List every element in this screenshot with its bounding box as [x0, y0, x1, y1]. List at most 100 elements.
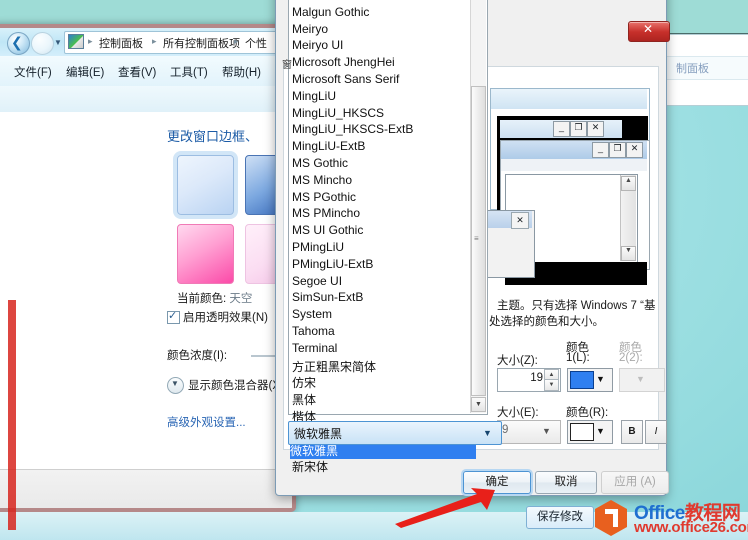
close-icon: ✕: [591, 122, 600, 132]
menu-view[interactable]: 查看(V): [118, 64, 156, 80]
scroll-down-icon: ▼: [475, 401, 482, 408]
breadcrumb-2[interactable]: 个性: [245, 35, 267, 51]
background-window-breadcrumb: 制面板: [676, 63, 709, 75]
preview-scroll-up-button: ▲: [621, 176, 636, 191]
chevron-down-icon: ▼: [596, 426, 605, 436]
chevron-down-icon: ▼: [596, 374, 605, 384]
font-list-item[interactable]: 黑体: [292, 391, 472, 408]
back-arrow-icon: ❮: [11, 34, 23, 50]
color-swatch-hot-pink[interactable]: [177, 224, 234, 284]
chevron-down-icon: ▼: [542, 426, 551, 436]
italic-label: I: [654, 426, 658, 437]
save-changes-button[interactable]: 保存修改: [526, 506, 594, 529]
font-list-item[interactable]: MS PMincho: [292, 206, 472, 223]
color-density-label: 颜色浓度(I):: [167, 350, 228, 362]
minimize-icon: _: [597, 143, 603, 153]
font-combobox-value: 微软雅黑: [294, 427, 343, 441]
transparency-label[interactable]: 启用透明效果(N): [183, 309, 268, 325]
size1-value: 19: [530, 372, 543, 384]
close-icon: ✕: [643, 22, 654, 36]
font-list-item[interactable]: MingLiU: [292, 89, 472, 106]
preview-maximize-button-2: ❐: [609, 142, 626, 158]
clipped-vertical-label: 窗: [282, 60, 292, 71]
font-list-item[interactable]: Tahoma: [292, 324, 472, 341]
red-arrow-left-edge: [8, 300, 16, 530]
color2-label-line2: 2(2):: [619, 352, 643, 364]
menu-file[interactable]: 文件(F): [14, 64, 52, 80]
font-list-item[interactable]: Microsoft JhengHei: [292, 55, 472, 72]
advanced-appearance-link[interactable]: 高级外观设置...: [167, 414, 246, 430]
chevron-down-icon: ▼: [483, 428, 492, 438]
preview-window-inner-toolbar: [501, 159, 647, 171]
preview-scroll-down-button: ▼: [621, 246, 636, 261]
dialog-description-line1: 主题。只有选择 Windows 7 “基: [497, 300, 656, 312]
menu-edit[interactable]: 编辑(E): [66, 64, 104, 80]
preview-maximize-button-1: ❐: [570, 121, 587, 137]
font-list-item[interactable]: MingLiU_HKSCS: [292, 106, 472, 123]
font-list-item[interactable]: 方正粗黑宋简体: [292, 358, 472, 375]
color3-label: 颜色(R):: [566, 407, 609, 419]
font-list-item[interactable]: PMingLiU-ExtB: [292, 257, 472, 274]
font-list-item[interactable]: Segoe UI: [292, 274, 472, 291]
dialog-description-line2: 处选择的颜色和大小。: [489, 316, 604, 328]
font-list-item[interactable]: Meiryo UI: [292, 38, 472, 55]
breadcrumb-0[interactable]: 控制面板: [99, 35, 143, 51]
red-arrow-pointing-to-ok: [395, 488, 495, 528]
font-list-item[interactable]: MS UI Gothic: [292, 223, 472, 240]
chevron-down-icon[interactable]: ▼: [54, 38, 62, 47]
font-list-item[interactable]: 仿宋: [292, 374, 472, 391]
color3-swatch: [570, 423, 594, 441]
show-color-mixer-label[interactable]: 显示颜色混合器(X): [188, 377, 284, 393]
italic-button[interactable]: I: [645, 420, 667, 444]
current-color-value: 天空: [229, 293, 253, 305]
menu-tools[interactable]: 工具(T): [170, 64, 208, 80]
font-list-scroll-down-button[interactable]: ▼: [471, 397, 486, 412]
maximize-icon: ❐: [613, 143, 622, 153]
checkmark-icon: ✓: [168, 310, 178, 322]
font-list-item[interactable]: MS Mincho: [292, 173, 472, 190]
scroll-grip-icon: ≡: [474, 234, 479, 243]
office-logo-icon: [595, 500, 627, 536]
breadcrumb-sep-0: ▸: [88, 36, 93, 46]
color1-label-line2: 1(L):: [566, 352, 590, 364]
font-list-item[interactable]: MingLiU_HKSCS-ExtB: [292, 122, 472, 139]
font-list-item[interactable]: MS PGothic: [292, 190, 472, 207]
font-list-item[interactable]: MingLiU-ExtB: [292, 139, 472, 156]
preview-window-outer-titlebar: [491, 89, 647, 109]
breadcrumb-1[interactable]: 所有控制面板项: [163, 35, 240, 51]
font-list-item[interactable]: Terminal: [292, 341, 472, 358]
current-color-row: 当前颜色: 天空: [177, 290, 252, 306]
size1-spinner-down[interactable]: ▼: [544, 379, 559, 391]
chevron-down-icon: ▼: [636, 374, 645, 384]
minimize-icon: _: [558, 122, 564, 132]
font-list-item[interactable]: Malgun Gothic: [292, 5, 472, 22]
close-icon: ✕: [516, 215, 524, 225]
maximize-icon: ❐: [574, 122, 583, 132]
page-title: 更改窗口边框、: [167, 129, 259, 144]
forward-button[interactable]: [31, 32, 54, 55]
color-swatch-sky[interactable]: [177, 155, 234, 215]
font-list-item[interactable]: Microsoft Sans Serif: [292, 72, 472, 89]
breadcrumb-sep-2: ▸: [234, 36, 239, 46]
preview-close-button-1: ✕: [587, 121, 604, 137]
spinner-down-icon: ▼: [548, 382, 555, 388]
font-list-item[interactable]: MS Gothic: [292, 156, 472, 173]
cancel-button[interactable]: 取消: [535, 471, 597, 494]
breadcrumb-sep-1: ▸: [152, 36, 157, 46]
font-list-item[interactable]: System: [292, 307, 472, 324]
apply-button[interactable]: 应用 (A): [601, 471, 669, 494]
preview-close-button-2: ✕: [626, 142, 643, 158]
scroll-down-icon: ▼: [625, 247, 632, 254]
font-list-item[interactable]: 新宋体: [292, 458, 472, 475]
size1-label: 大小(Z):: [497, 355, 538, 367]
font-list-item[interactable]: PMingLiU: [292, 240, 472, 257]
size2-value: 9: [502, 424, 509, 436]
font-list-item[interactable]: SimSun-ExtB: [292, 290, 472, 307]
preview-close-button-3: ✕: [511, 212, 529, 229]
font-list-item[interactable]: Meiryo: [292, 22, 472, 39]
menu-help[interactable]: 帮助(H): [222, 64, 261, 80]
bold-button[interactable]: B: [621, 420, 643, 444]
size2-label: 大小(E):: [497, 407, 539, 419]
watermark-line2: www.office26.com: [634, 519, 748, 536]
preview-minimize-button-1: _: [553, 121, 570, 137]
